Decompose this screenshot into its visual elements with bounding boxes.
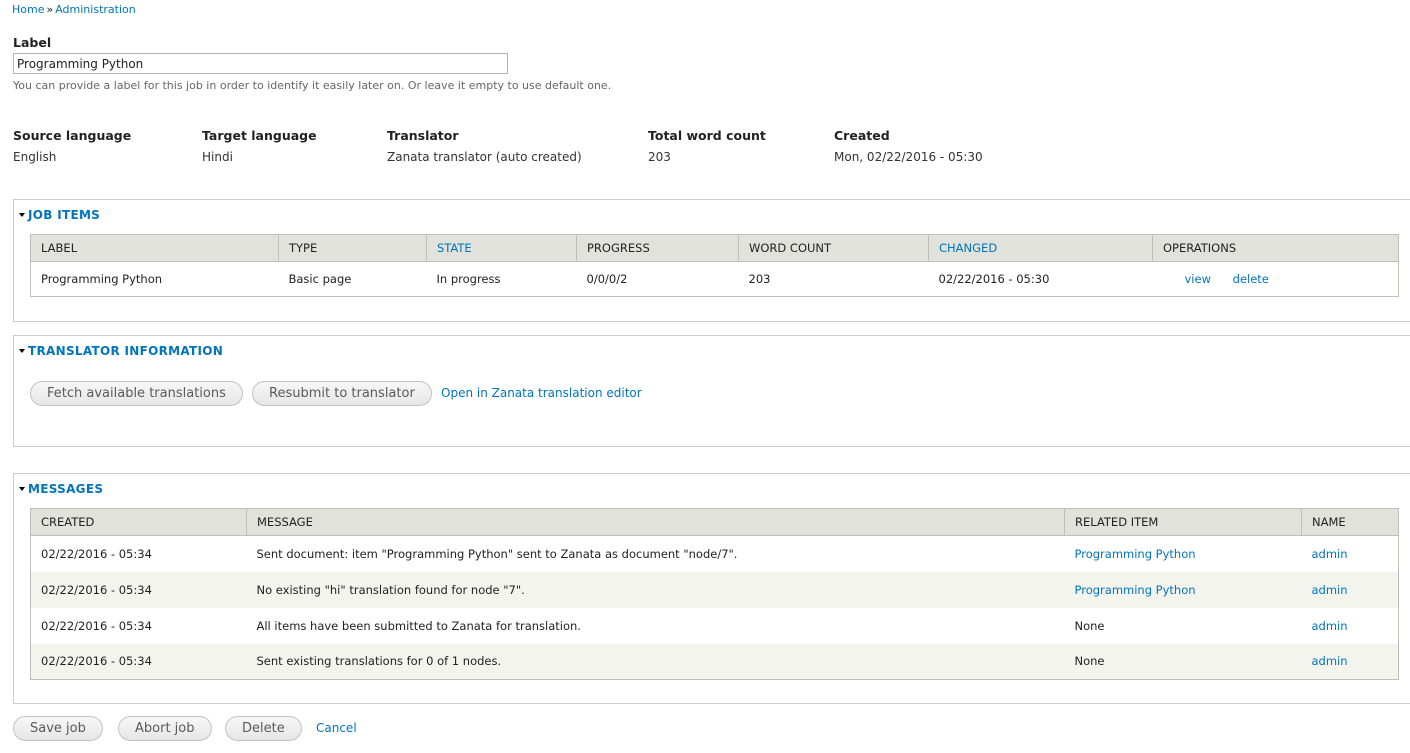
- source-language-heading: Source language: [13, 128, 132, 143]
- messages-legend-label: Messages: [28, 482, 104, 496]
- message-created: 02/22/2016 - 05:34: [30, 571, 247, 608]
- delete-button[interactable]: Delete: [225, 716, 302, 741]
- message-name: admin: [1302, 536, 1399, 572]
- job-item-progress: 0/0/0/2: [586, 272, 628, 286]
- source-language-info: Source language English: [13, 128, 131, 164]
- translator-info: Translator Zanata translator (auto creat…: [387, 128, 582, 164]
- translator-value: Zanata translator (auto created): [387, 150, 582, 164]
- target-language-info: Target language Hindi: [202, 128, 317, 164]
- message-text: Sent existing translations for 0 of 1 no…: [246, 643, 1065, 680]
- related-item-link[interactable]: Programming Python: [1075, 583, 1196, 597]
- user-link[interactable]: admin: [1312, 619, 1348, 633]
- breadcrumb-home-link[interactable]: Home: [12, 3, 44, 16]
- breadcrumb-separator: »: [46, 3, 54, 16]
- created-info: Created Mon, 02/22/2016 - 05:30: [834, 128, 983, 164]
- label-input[interactable]: [13, 53, 508, 74]
- breadcrumb-administration-link[interactable]: Administration: [55, 3, 136, 16]
- message-text: All items have been submitted to Zanata …: [256, 618, 581, 633]
- table-row: 02/22/2016 - 05:34 Sent existing transla…: [30, 643, 1399, 680]
- job-item-word-count: 203: [748, 272, 771, 286]
- open-zanata-editor-link[interactable]: Open in Zanata translation editor: [441, 386, 642, 400]
- created-heading: Created: [834, 128, 890, 143]
- job-item-operations: view delete: [1153, 262, 1399, 297]
- view-link[interactable]: view: [1185, 272, 1211, 286]
- column-header-type: Type: [278, 234, 427, 262]
- message-related-item: None: [1064, 643, 1302, 680]
- user-link[interactable]: admin: [1312, 654, 1348, 668]
- job-items-legend-label: Job items: [28, 208, 101, 222]
- column-header-created: Created: [30, 508, 247, 536]
- table-row: 02/22/2016 - 05:34 Sent document: item "…: [31, 536, 1399, 572]
- messages-table: Created Message Related item Name 02/22/…: [30, 508, 1399, 680]
- save-job-button[interactable]: Save job: [13, 716, 103, 741]
- column-header-message: Message: [246, 508, 1065, 536]
- user-link[interactable]: admin: [1312, 583, 1348, 597]
- collapse-triangle-icon: [19, 486, 25, 491]
- delete-link[interactable]: delete: [1233, 272, 1269, 286]
- message-name: admin: [1302, 608, 1399, 644]
- collapse-triangle-icon: [19, 212, 25, 217]
- column-header-word-count: Word count: [738, 234, 929, 262]
- job-items-table: Label Type State Progress Word count Cha…: [30, 234, 1399, 297]
- abort-job-button[interactable]: Abort job: [118, 716, 212, 741]
- column-header-related-item: Related item: [1064, 508, 1302, 536]
- job-item-type: Basic page: [288, 272, 352, 286]
- breadcrumb: Home» Administration: [12, 3, 136, 16]
- column-header-operations: Operations: [1152, 234, 1399, 262]
- message-created: 02/22/2016 - 05:34: [30, 643, 247, 680]
- word-count-value: 203: [648, 150, 671, 164]
- messages-legend[interactable]: Messages: [19, 482, 103, 496]
- created-value: Mon, 02/22/2016 - 05:30: [834, 150, 983, 164]
- message-related-item: Programming Python: [1065, 536, 1302, 572]
- column-header-changed[interactable]: Changed: [928, 234, 1153, 262]
- job-item-state: In progress: [436, 272, 501, 286]
- translator-heading: Translator: [387, 128, 459, 143]
- sort-changed-link[interactable]: Changed: [939, 241, 997, 255]
- cancel-link[interactable]: Cancel: [316, 721, 357, 735]
- label-field-title: Label: [13, 35, 52, 50]
- target-language-heading: Target language: [202, 128, 317, 143]
- column-header-label: Label: [30, 234, 279, 262]
- job-items-legend[interactable]: Job items: [19, 208, 100, 222]
- column-header-progress: Progress: [576, 234, 739, 262]
- message-text: Sent document: item "Programming Python"…: [256, 546, 738, 561]
- column-header-name: Name: [1301, 508, 1399, 536]
- job-item-label: Programming Python: [41, 272, 163, 286]
- message-created: 02/22/2016 - 05:34: [41, 618, 152, 633]
- message-related-item: Programming Python: [1064, 571, 1302, 608]
- related-item-link[interactable]: Programming Python: [1075, 547, 1196, 561]
- message-created: 02/22/2016 - 05:34: [41, 546, 152, 561]
- sort-state-link[interactable]: State: [437, 241, 472, 255]
- translator-information-legend[interactable]: Translator information: [19, 344, 223, 358]
- word-count-info: Total word count 203: [648, 128, 766, 164]
- user-link[interactable]: admin: [1312, 547, 1348, 561]
- word-count-heading: Total word count: [648, 128, 766, 143]
- messages-fieldset: Messages Created Message Related item Na…: [13, 473, 1410, 704]
- job-item-changed: 02/22/2016 - 05:30: [938, 272, 1050, 286]
- target-language-value: Hindi: [202, 150, 233, 164]
- collapse-triangle-icon: [19, 348, 25, 353]
- source-language-value: English: [13, 150, 57, 164]
- translator-information-legend-label: Translator information: [28, 344, 224, 358]
- message-name: admin: [1301, 643, 1399, 680]
- message-text: No existing "hi" translation found for n…: [246, 571, 1065, 608]
- resubmit-button[interactable]: Resubmit to translator: [252, 381, 432, 406]
- table-row: 02/22/2016 - 05:34 No existing "hi" tran…: [30, 571, 1399, 608]
- job-items-fieldset: Job items Label Type State Progress Word…: [13, 199, 1410, 322]
- column-header-state[interactable]: State: [426, 234, 577, 262]
- table-row: 02/22/2016 - 05:34 All items have been s…: [31, 608, 1399, 644]
- label-field-description: You can provide a label for this job in …: [13, 79, 612, 92]
- translator-information-fieldset: Translator information Fetch available t…: [13, 335, 1410, 447]
- fetch-translations-button[interactable]: Fetch available translations: [30, 381, 243, 406]
- table-row: Programming Python Basic page In progres…: [31, 262, 1399, 297]
- message-related-item: None: [1074, 618, 1105, 633]
- message-name: admin: [1301, 571, 1399, 608]
